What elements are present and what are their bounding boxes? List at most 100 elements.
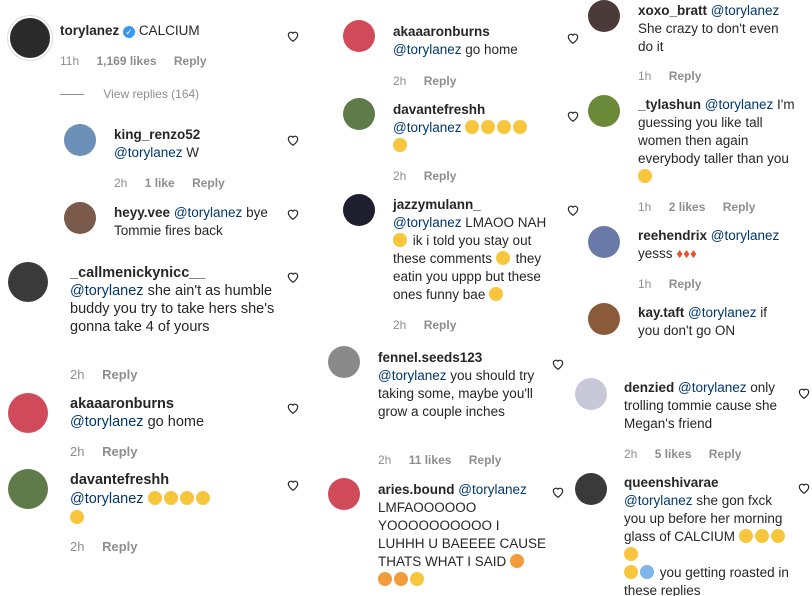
reply-button[interactable]: Reply — [192, 176, 225, 190]
reply-button[interactable]: Reply — [723, 200, 756, 214]
heart-icon[interactable] — [566, 109, 580, 123]
view-replies-label: View replies (164) — [103, 87, 200, 101]
comment-text: go home — [465, 42, 518, 57]
reply-button[interactable]: Reply — [709, 447, 742, 461]
reply-button[interactable]: Reply — [424, 318, 457, 332]
avatar[interactable] — [8, 393, 48, 433]
comment-username[interactable]: aries.bound — [378, 482, 455, 497]
laughing-emoji-icon — [163, 491, 178, 505]
mention-link[interactable]: @torylanez — [458, 482, 526, 497]
mention-link[interactable]: @torylanez — [711, 228, 779, 243]
comment-username[interactable]: denzied — [624, 380, 674, 395]
reply-button[interactable]: Reply — [669, 277, 702, 291]
mention-link[interactable]: @torylanez — [378, 368, 446, 383]
reply-button[interactable]: Reply — [102, 539, 137, 554]
comment-username[interactable]: _tylashun — [638, 97, 701, 112]
reply-button[interactable]: Reply — [174, 54, 207, 68]
heart-icon[interactable] — [286, 270, 300, 284]
mention-link[interactable]: @torylanez — [624, 493, 692, 508]
mention-link[interactable]: @torylanez — [114, 145, 182, 160]
comment-username[interactable]: torylanez — [60, 23, 119, 38]
comment-username[interactable]: xoxo_bratt — [638, 3, 707, 18]
comment-username[interactable]: akaaaronburns — [393, 24, 490, 39]
comment-time: 11h — [60, 54, 80, 68]
avatar[interactable] — [8, 469, 48, 509]
comment-username[interactable]: jazzymulann_ — [393, 197, 481, 212]
mention-link[interactable]: @torylanez — [705, 97, 773, 112]
reply-button[interactable]: Reply — [469, 453, 502, 467]
heart-icon[interactable] — [286, 401, 300, 415]
avatar[interactable] — [343, 98, 375, 130]
comment-meta: 2h Reply — [70, 367, 152, 382]
comment-likes[interactable]: 11 likes — [409, 453, 452, 467]
comment-username[interactable]: _callmenickynicc__ — [70, 265, 205, 281]
comment-username[interactable]: akaaaronburns — [70, 396, 174, 412]
mention-link[interactable]: @torylanez — [711, 3, 779, 18]
comment-username[interactable]: reehendrix — [638, 228, 707, 243]
heart-icon[interactable] — [286, 133, 300, 147]
comment-likes[interactable]: 2 likes — [669, 200, 706, 214]
heart-icon[interactable] — [797, 386, 811, 400]
comment-username[interactable]: king_renzo52 — [114, 127, 200, 142]
fire-icon: ♦♦♦ — [676, 246, 697, 261]
reply-comment: akaaaronburns @torylanez go home — [393, 23, 563, 59]
comment-likes[interactable]: 5 likes — [655, 447, 692, 461]
heart-icon[interactable] — [551, 485, 565, 499]
reply-button[interactable]: Reply — [102, 444, 137, 459]
laughing-emoji-icon — [393, 138, 407, 152]
avatar[interactable] — [588, 303, 620, 335]
rolling-laughing-emoji-icon — [624, 565, 638, 579]
avatar[interactable] — [588, 95, 620, 127]
avatar[interactable] — [588, 0, 620, 32]
comment-meta: 2h Reply — [393, 169, 470, 183]
comment-meta: 1h 2 likes Reply — [638, 200, 769, 214]
reply-button[interactable]: Reply — [424, 74, 457, 88]
avatar[interactable] — [328, 478, 360, 510]
mention-link[interactable]: @torylanez — [70, 491, 144, 507]
mention-link[interactable]: @torylanez — [70, 283, 144, 299]
avatar[interactable] — [328, 346, 360, 378]
reply-button[interactable]: Reply — [102, 367, 137, 382]
avatar[interactable] — [575, 473, 607, 505]
heart-icon[interactable] — [566, 31, 580, 45]
mention-link[interactable]: @torylanez — [393, 120, 461, 135]
avatar[interactable] — [343, 20, 375, 52]
comment-username[interactable]: heyy.vee — [114, 205, 170, 220]
laughing-emoji-icon — [738, 529, 753, 543]
avatar[interactable] — [588, 226, 620, 258]
avatar[interactable] — [64, 124, 96, 156]
heart-eyes-emoji-icon — [510, 554, 525, 568]
heart-icon[interactable] — [566, 203, 580, 217]
heart-icon[interactable] — [551, 357, 565, 371]
comment-username[interactable]: queenshivarae — [624, 475, 719, 490]
laughing-emoji-icon — [497, 120, 512, 134]
mention-link[interactable]: @torylanez — [393, 215, 461, 230]
avatar[interactable] — [64, 202, 96, 234]
avatar[interactable] — [8, 16, 52, 60]
comment-username[interactable]: kay.taft — [638, 305, 684, 320]
comment-meta: 2h Reply — [393, 318, 470, 332]
avatar[interactable] — [343, 194, 375, 226]
heart-icon[interactable] — [286, 29, 300, 43]
comment-username[interactable]: fennel.seeds123 — [378, 350, 482, 365]
comment-likes[interactable]: 1 like — [145, 176, 175, 190]
comment-username[interactable]: davantefreshh — [70, 472, 169, 488]
heart-eyes-emoji-icon — [394, 572, 408, 586]
avatar[interactable] — [8, 262, 48, 302]
main-comment: torylanez ✓ CALCIUM — [60, 22, 290, 40]
mention-link[interactable]: @torylanez — [174, 205, 242, 220]
mention-link[interactable]: @torylanez — [393, 42, 461, 57]
heart-icon[interactable] — [286, 207, 300, 221]
view-replies-button[interactable]: View replies (164) — [60, 87, 199, 101]
heart-icon[interactable] — [797, 481, 811, 495]
mention-link[interactable]: @torylanez — [678, 380, 746, 395]
laughing-emoji-icon — [465, 120, 480, 134]
reply-button[interactable]: Reply — [669, 69, 702, 83]
heart-icon[interactable] — [286, 478, 300, 492]
comment-username[interactable]: davantefreshh — [393, 102, 485, 117]
avatar[interactable] — [575, 378, 607, 410]
comment-likes[interactable]: 1,169 likes — [96, 54, 156, 68]
mention-link[interactable]: @torylanez — [70, 414, 144, 430]
reply-button[interactable]: Reply — [424, 169, 457, 183]
mention-link[interactable]: @torylanez — [688, 305, 756, 320]
